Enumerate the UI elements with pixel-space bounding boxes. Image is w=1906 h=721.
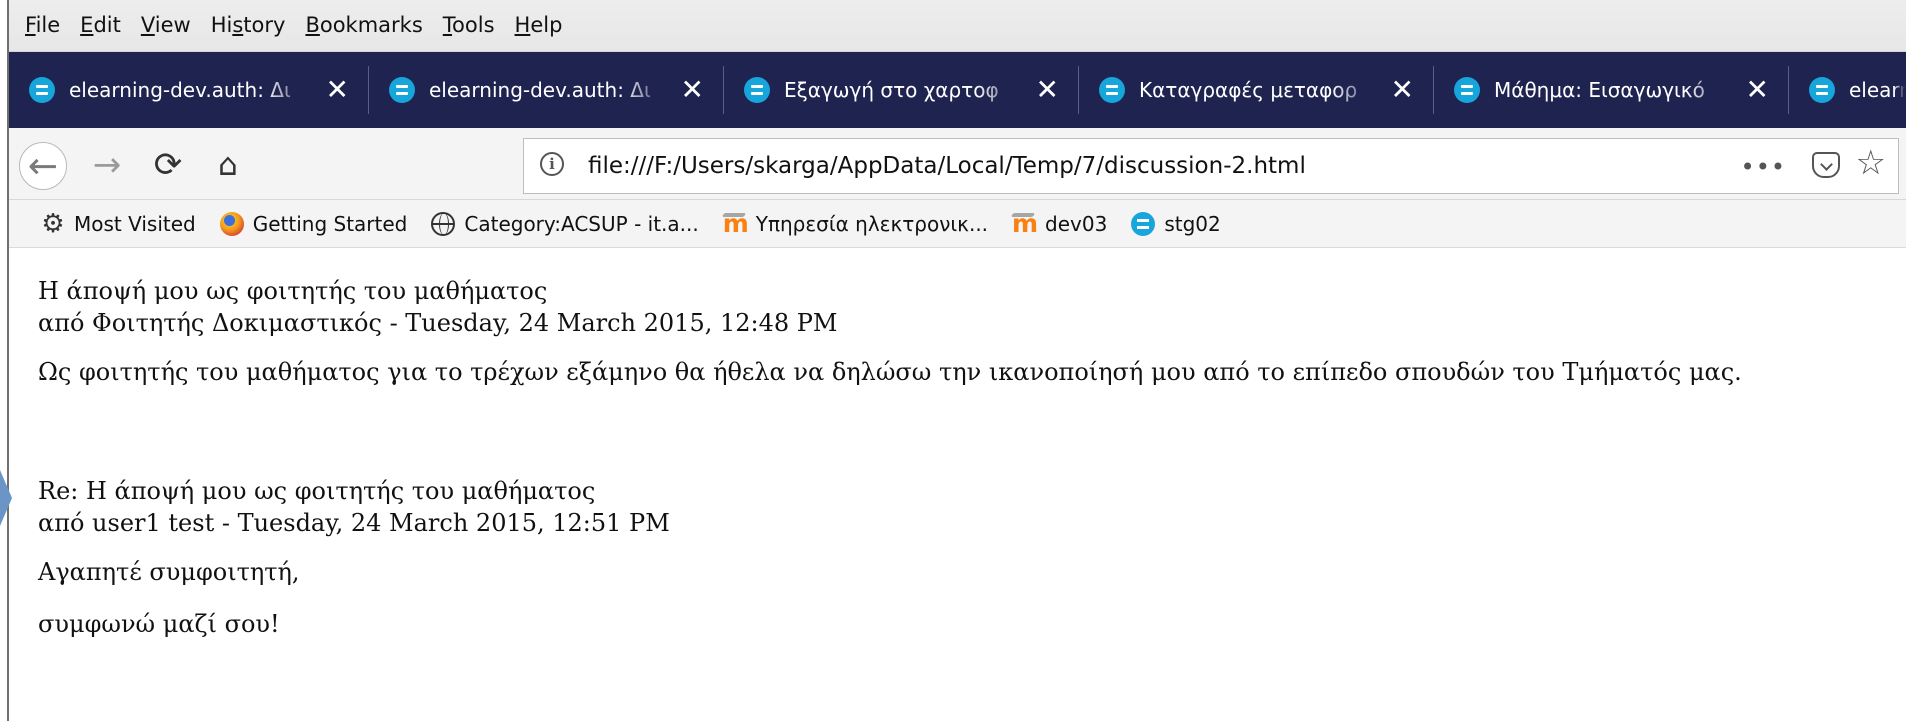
discussion-reply: Re: Η άποψή μου ως φοιτητής του μαθήματο… <box>38 475 1898 640</box>
moodle-tab-icon <box>744 77 770 103</box>
menu-tools-label: ools <box>452 13 495 37</box>
moodle-tab-icon <box>1454 77 1480 103</box>
tab-export-portfolio[interactable]: Εξαγωγή στο χαρτοφ ✕ <box>724 52 1079 128</box>
menu-edit-label: dit <box>93 13 121 37</box>
menu-help-access-key: H <box>514 13 531 37</box>
bookmark-dev03[interactable]: m dev03 <box>1012 208 1108 238</box>
close-icon[interactable]: ✕ <box>1744 76 1771 104</box>
moodle-tab-icon <box>1809 77 1835 103</box>
menu-help-label: elp <box>530 13 563 37</box>
bookmark-label: Getting Started <box>252 211 408 236</box>
menu-file[interactable]: File <box>25 15 60 36</box>
close-icon[interactable]: ✕ <box>679 76 706 104</box>
tab-title: Καταγραφές μεταφορ <box>1139 78 1358 102</box>
star-icon[interactable]: ☆ <box>1856 146 1886 180</box>
post-meta: από Φοιτητής Δοκιμαστικός - Tuesday, 24 … <box>38 309 838 337</box>
menu-edit[interactable]: Edit <box>80 15 121 36</box>
tab-title: elearning-dev.auth: Δι <box>429 78 651 102</box>
discussion-content: Η άποψή μου ως φοιτητής του μαθήματος απ… <box>38 275 1898 640</box>
gear-icon: ⚙ <box>41 208 65 239</box>
bookmark-label: Most Visited <box>74 211 196 236</box>
menu-tools-access-key: T <box>442 13 453 37</box>
bookmark-getting-started[interactable]: Getting Started <box>219 211 408 236</box>
bookmark-label: dev03 <box>1045 211 1108 236</box>
bookmark-electronic-service[interactable]: m Υπηρεσία ηλεκτρονικ... <box>722 208 989 238</box>
menu-file-label: ile <box>35 13 61 37</box>
menu-history[interactable]: History <box>211 15 286 36</box>
menu-tools[interactable]: Tools <box>443 15 495 36</box>
tab-elearning-dev-2[interactable]: elearning-dev.auth: Δι ✕ <box>369 52 724 128</box>
bookmarks-toolbar: ⚙ Most Visited Getting Started Category:… <box>9 200 1906 248</box>
menu-view-access-key: V <box>140 13 155 37</box>
bookmark-category-acsup[interactable]: Category:ACSUP - it.a... <box>431 211 699 236</box>
menu-history-label-end: tory <box>243 13 286 37</box>
tab-elearn-partial[interactable]: elearn <box>1789 52 1905 128</box>
menu-file-access-key: F <box>25 13 36 37</box>
menu-view[interactable]: View <box>141 15 191 36</box>
tab-course-intro[interactable]: Μάθημα: Εισαγωγικό ✕ <box>1434 52 1789 128</box>
tab-title: elearn <box>1849 78 1905 102</box>
reply-subject: Re: Η άποψή μου ως φοιτητής του μαθήματο… <box>38 477 596 505</box>
moodle-tab-icon <box>29 77 55 103</box>
menu-bar: File Edit View History Bookmarks Tools H… <box>9 0 1906 52</box>
moodle-icon: m <box>1012 208 1039 238</box>
bookmark-label: stg02 <box>1164 211 1221 236</box>
firefox-icon <box>219 211 244 236</box>
reply-body: Αγαπητέ συμφοιτητή, <box>38 558 300 586</box>
info-icon[interactable]: i <box>540 152 564 176</box>
close-icon[interactable]: ✕ <box>1034 76 1061 104</box>
bookmark-label: Category:ACSUP - it.a... <box>464 211 699 236</box>
forward-button[interactable]: → <box>84 142 130 188</box>
menu-history-access-key: s <box>232 13 244 37</box>
back-button[interactable]: ← <box>19 142 67 190</box>
left-window-edge <box>0 0 9 721</box>
reply-meta: από user1 test - Tuesday, 24 March 2015,… <box>38 509 670 537</box>
menu-edit-access-key: E <box>80 13 94 37</box>
reload-icon: ⟳ <box>153 145 183 185</box>
tab-elearning-dev-1[interactable]: elearning-dev.auth: Δι ✕ <box>9 52 369 128</box>
back-arrow-icon: ← <box>27 145 59 187</box>
url-text[interactable]: file:///F:/Users/skarga/AppData/Local/Te… <box>588 153 1306 179</box>
reload-button[interactable]: ⟳ <box>145 142 191 188</box>
home-button[interactable]: ⌂ <box>205 142 251 188</box>
home-icon: ⌂ <box>218 147 238 183</box>
reply-body-second-line: συμφωνώ μαζί σου! <box>38 610 280 638</box>
tab-title: Εξαγωγή στο χαρτοφ <box>784 78 999 102</box>
globe-icon <box>431 211 456 236</box>
bookmark-label: Υπηρεσία ηλεκτρονικ... <box>755 211 989 236</box>
menu-view-label: iew <box>154 13 191 37</box>
tab-title: elearning-dev.auth: Δι <box>69 78 291 102</box>
moodle-circle-icon <box>1131 211 1156 236</box>
pocket-icon[interactable] <box>1812 152 1840 178</box>
close-icon[interactable]: ✕ <box>323 76 351 104</box>
tab-transfer-records[interactable]: Καταγραφές μεταφορ ✕ <box>1079 52 1434 128</box>
tab-title: Μάθημα: Εισαγωγικό <box>1494 78 1705 102</box>
bookmark-stg02[interactable]: stg02 <box>1131 211 1221 236</box>
moodle-icon: m <box>722 208 749 238</box>
discussion-post: Η άποψή μου ως φοιτητής του μαθήματος απ… <box>38 275 1898 475</box>
menu-bookmarks-label: ookmarks <box>319 13 423 37</box>
menu-history-label-start: Hi <box>210 13 233 37</box>
moodle-tab-icon <box>1099 77 1125 103</box>
bookmark-most-visited[interactable]: ⚙ Most Visited <box>41 208 196 239</box>
forward-arrow-icon: → <box>92 145 122 185</box>
menu-help[interactable]: Help <box>515 15 563 36</box>
moodle-tab-icon <box>389 77 415 103</box>
address-bar[interactable]: i file:///F:/Users/skarga/AppData/Local/… <box>523 138 1899 194</box>
page-actions-icon[interactable]: ••• <box>1741 153 1786 181</box>
post-subject: Η άποψή μου ως φοιτητής του μαθήματος <box>38 277 548 305</box>
menu-bookmarks[interactable]: Bookmarks <box>305 15 422 36</box>
menu-bookmarks-access-key: B <box>305 13 320 37</box>
browser-window: File Edit View History Bookmarks Tools H… <box>0 0 1906 721</box>
post-body: Ως φοιτητής του μαθήματος για το τρέχων … <box>38 358 1742 386</box>
tab-bar: elearning-dev.auth: Δι ✕ elearning-dev.a… <box>9 52 1906 128</box>
navigation-toolbar: ← → ⟳ ⌂ i file:///F:/Users/skarga/AppDat… <box>9 128 1906 200</box>
left-window-arrow <box>0 470 12 526</box>
close-icon[interactable]: ✕ <box>1389 76 1416 104</box>
